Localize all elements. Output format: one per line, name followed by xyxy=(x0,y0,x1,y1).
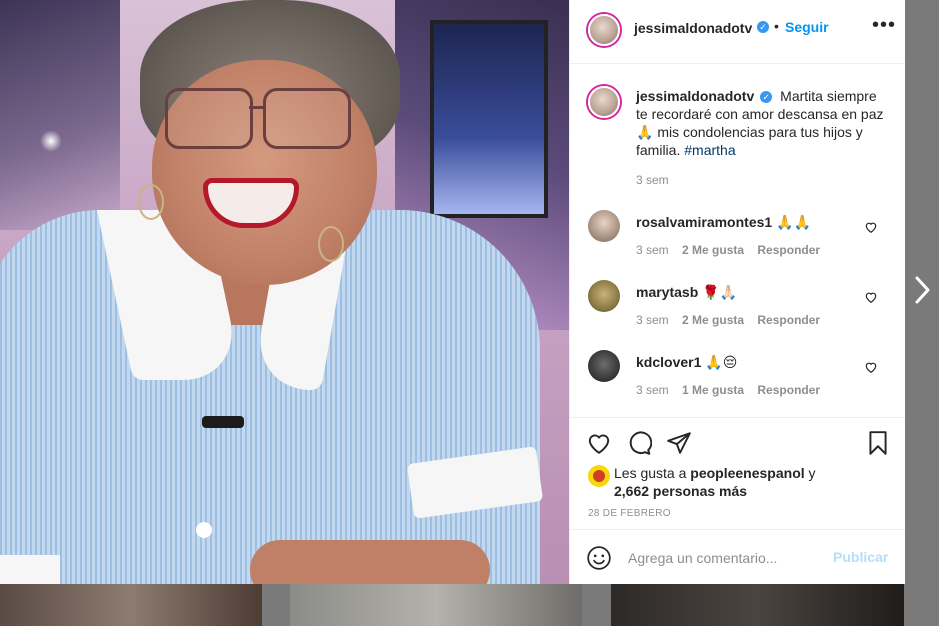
publish-button[interactable]: Publicar xyxy=(833,549,888,565)
grid-thumbnail[interactable] xyxy=(611,584,904,626)
comment-meta: 3 sem 1 Me gusta Responder xyxy=(636,383,830,397)
hashtag-link[interactable]: #martha xyxy=(684,142,735,158)
comment-item: kdclover1 🙏😔 3 sem 1 Me gusta Responder xyxy=(570,350,905,410)
studio-screen-left xyxy=(0,0,120,230)
hands xyxy=(250,540,490,584)
comment-likes[interactable]: 2 Me gusta xyxy=(682,313,744,327)
comment-like-heart-icon[interactable] xyxy=(864,220,878,234)
post-date: 28 DE FEBRERO xyxy=(588,508,671,519)
post-side-panel: jessimaldonadotv ✓ • Seguir ••• jessimal… xyxy=(569,0,905,584)
comment-item: marytasb 🌹🙏🏻 3 sem 2 Me gusta Responder xyxy=(570,280,905,340)
liker-avatar[interactable] xyxy=(588,465,610,487)
comment-likes[interactable]: 2 Me gusta xyxy=(682,243,744,257)
post-actions: Les gusta a peopleenespanol y 2,662 pers… xyxy=(570,417,905,529)
reply-button[interactable]: Responder xyxy=(757,243,820,257)
smiley-icon[interactable] xyxy=(586,545,612,571)
post-caption: jessimaldonadotv ✓ Martita siempre te rec… xyxy=(636,87,891,159)
reply-button[interactable]: Responder xyxy=(757,383,820,397)
comment-text: 🙏🙏 xyxy=(776,214,812,230)
shirt-button xyxy=(196,522,212,538)
comment-likes[interactable]: 1 Me gusta xyxy=(682,383,744,397)
verified-badge-icon: ✓ xyxy=(757,21,769,33)
bookmark-icon[interactable] xyxy=(865,430,891,456)
grid-thumbnail[interactable] xyxy=(0,584,262,626)
add-comment-bar: Publicar xyxy=(570,529,905,584)
caption-timestamp: 3 sem xyxy=(636,173,669,187)
comment-like-heart-icon[interactable] xyxy=(864,360,878,374)
likes-count[interactable]: 2,662 personas más xyxy=(614,483,747,499)
separator-dot: • xyxy=(774,18,779,34)
comment-time: 3 sem xyxy=(636,243,669,257)
comment-time: 3 sem xyxy=(636,383,669,397)
earring-right xyxy=(318,226,344,262)
comment-text: 🙏😔 xyxy=(705,354,738,370)
heart-icon[interactable] xyxy=(586,430,612,456)
sleeve-cuff-left xyxy=(0,555,60,584)
comment-meta: 3 sem 2 Me gusta Responder xyxy=(636,313,830,327)
chevron-right-icon[interactable] xyxy=(912,273,934,307)
comment-item: rosalvamiramontes1 🙏🙏 3 sem 2 Me gusta Re… xyxy=(570,210,905,270)
post-header: jessimaldonadotv ✓ • Seguir ••• xyxy=(570,0,905,64)
comment-text: 🌹🙏🏻 xyxy=(702,284,738,300)
comment-username[interactable]: rosalvamiramontes1 xyxy=(636,214,772,230)
comment-input[interactable] xyxy=(626,546,830,570)
comment-icon[interactable] xyxy=(626,430,652,456)
follow-button[interactable]: Seguir xyxy=(785,19,829,35)
comment-meta: 3 sem 2 Me gusta Responder xyxy=(636,243,830,257)
header-username[interactable]: jessimaldonadotv xyxy=(634,20,752,36)
earring-left xyxy=(138,184,164,220)
caption-username[interactable]: jessimaldonadotv xyxy=(636,88,754,104)
commenter-avatar[interactable] xyxy=(588,280,620,312)
studio-screen-right xyxy=(430,20,548,218)
liker-username[interactable]: peopleenespanol xyxy=(690,465,804,481)
comment-body: kdclover1 🙏😔 xyxy=(636,354,737,371)
comment-body: marytasb 🌹🙏🏻 xyxy=(636,284,737,301)
likes-and: y xyxy=(808,465,816,481)
likes-prefix: Les gusta a xyxy=(614,465,687,481)
grid-thumbnail[interactable] xyxy=(290,584,582,626)
sparkle-light xyxy=(40,130,62,152)
comment-time: 3 sem xyxy=(636,313,669,327)
more-options-icon[interactable]: ••• xyxy=(872,14,896,37)
commenter-avatar[interactable] xyxy=(588,350,620,382)
comment-username[interactable]: kdclover1 xyxy=(636,354,701,370)
paper-plane-icon[interactable] xyxy=(666,430,692,456)
lapel-microphone xyxy=(202,416,244,428)
comment-username[interactable]: marytasb xyxy=(636,284,698,300)
commenter-avatar[interactable] xyxy=(588,210,620,242)
verified-badge-icon: ✓ xyxy=(760,91,773,103)
comment-like-heart-icon[interactable] xyxy=(864,290,878,304)
avatar[interactable] xyxy=(588,14,620,46)
caption-avatar[interactable] xyxy=(588,86,620,118)
likes-summary: Les gusta a peopleenespanol y 2,662 pers… xyxy=(614,464,884,500)
comment-body: rosalvamiramontes1 🙏🙏 xyxy=(636,214,811,231)
glasses xyxy=(165,88,351,149)
post-photo[interactable] xyxy=(0,0,569,584)
reply-button[interactable]: Responder xyxy=(757,313,820,327)
